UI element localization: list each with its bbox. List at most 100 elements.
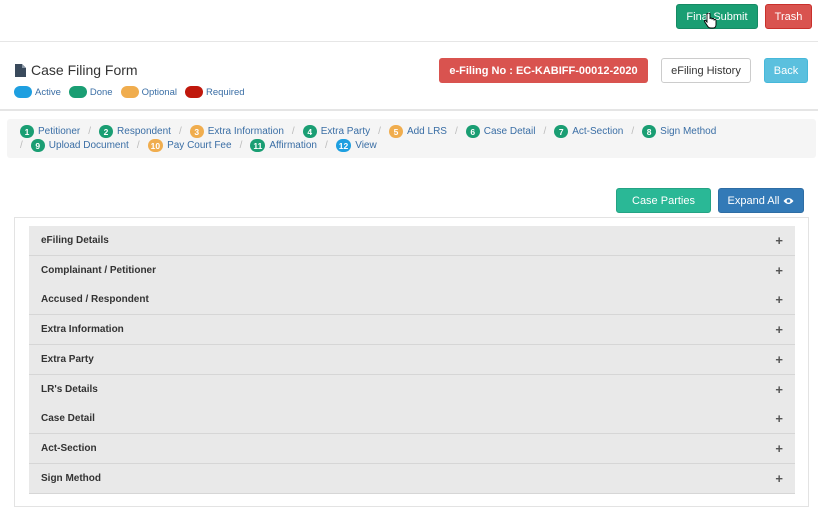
step-number-badge: 7 [554, 125, 569, 138]
legend-item-required: Required [184, 86, 245, 98]
page-title: Case Filing Form [15, 62, 138, 78]
plus-icon[interactable]: + [775, 411, 783, 426]
step-separator: / [291, 126, 295, 137]
step-number-badge: 4 [302, 125, 317, 138]
trash-button[interactable]: Trash [765, 4, 812, 29]
accordion-label: eFiling Details [41, 235, 109, 246]
plus-icon[interactable]: + [775, 322, 783, 337]
case-parties-button[interactable]: Case Parties [616, 188, 711, 213]
step-label: Act-Section [572, 126, 624, 137]
legend-label: Active [35, 86, 61, 98]
step-label: Extra Information [207, 126, 284, 137]
accordion-item-extra-information[interactable]: Extra Information + [29, 315, 795, 346]
plus-icon[interactable]: + [775, 233, 783, 248]
accordion-item-act-section[interactable]: Act-Section + [29, 433, 795, 464]
step-label: Upload Document [48, 140, 129, 151]
step-row: / 9 Upload Document / 10 Pay Court Fee / 11 Affi… [20, 139, 377, 152]
step-number-badge: 3 [189, 125, 204, 138]
step-number-badge: 11 [250, 139, 266, 152]
eye-icon [783, 197, 794, 204]
step-label: Respondent [117, 126, 171, 137]
step-label: Case Detail [483, 126, 536, 137]
step-add-lrs[interactable]: 5 Add LRS [388, 125, 447, 138]
step-label: Extra Party [320, 126, 371, 137]
accordion-item-complainant-petitioner[interactable]: Complainant / Petitioner + [29, 255, 795, 286]
plus-icon[interactable]: + [775, 441, 783, 456]
accordion-label: Sign Method [41, 472, 101, 484]
step-respondent[interactable]: 2 Respondent [99, 125, 171, 138]
page-title-text: Case Filing Form [31, 62, 138, 78]
step-separator: / [136, 140, 140, 151]
accordion-item-efiling-details[interactable]: eFiling Details + [29, 226, 795, 256]
plus-icon[interactable]: + [775, 263, 783, 278]
accordion-label: LR's Details [41, 383, 98, 395]
legend-label: Required [205, 86, 245, 98]
accordion-item-extra-party[interactable]: Extra Party + [29, 344, 795, 375]
step-act-section[interactable]: 7 Act-Section [554, 125, 623, 138]
accordion-label: Act-Section [41, 442, 97, 454]
step-label: Petitioner [38, 126, 81, 137]
efiling-number-badge: e-Filing No : EC-KABIFF-00012-2020 [439, 58, 648, 83]
step-extra-information[interactable]: 3 Extra Information [189, 125, 284, 138]
step-number-badge: 5 [388, 125, 403, 138]
step-label: Affirmation [269, 140, 317, 151]
hand-cursor-icon [703, 13, 717, 29]
step-upload-document[interactable]: 9 Upload Document [30, 139, 129, 152]
step-number-badge: 8 [642, 125, 657, 138]
plus-icon[interactable]: + [775, 352, 783, 367]
accordion-label: Extra Party [41, 353, 94, 365]
back-button[interactable]: Back [764, 58, 808, 83]
accordion-label: Complainant / Petitioner [41, 264, 157, 276]
legend-item-active: Active [14, 86, 61, 98]
accordion-label: Accused / Respondent [41, 294, 149, 306]
step-sign-method[interactable]: 8 Sign Method [642, 125, 716, 138]
step-separator: / [20, 140, 23, 151]
step-label: Add LRS [406, 126, 447, 137]
top-bar: Final Submit Trash [0, 0, 818, 42]
step-number-badge: 10 [147, 139, 164, 152]
plus-icon[interactable]: + [775, 292, 783, 307]
step-label: View [355, 140, 377, 151]
accordion-label: Case Detail [41, 413, 95, 425]
accordion-panel: eFiling Details + Complainant / Petitioner… [14, 217, 809, 507]
expand-all-button[interactable]: Expand All [718, 188, 804, 213]
step-separator: / [454, 126, 458, 137]
accordion-label: Extra Information [41, 324, 124, 336]
step-case-detail[interactable]: 6 Case Detail [465, 125, 536, 138]
step-breadcrumb: 1 Petitioner / 2 Respondent / 3 Extra Informati… [7, 119, 816, 158]
legend-dot [68, 86, 87, 98]
legend-label: Done [89, 86, 113, 98]
legend-dot [120, 86, 139, 98]
step-extra-party[interactable]: 4 Extra Party [302, 125, 371, 138]
accordion-item-accused-respondent[interactable]: Accused / Respondent + [29, 285, 795, 316]
step-separator: / [378, 126, 381, 137]
step-separator: / [631, 126, 635, 137]
step-view[interactable]: 12 View [335, 139, 377, 152]
legend-item-optional: Optional [120, 86, 177, 98]
step-petitioner[interactable]: 1 Petitioner [20, 125, 80, 138]
step-number-badge: 2 [99, 125, 114, 138]
step-number-badge: 9 [30, 139, 45, 152]
document-icon [15, 63, 26, 77]
accordion-item-sign-method[interactable]: Sign Method + [29, 463, 795, 494]
step-separator: / [543, 126, 547, 137]
step-separator: / [178, 126, 182, 137]
legend-label: Optional [141, 86, 177, 98]
final-submit-button[interactable]: Final Submit [676, 4, 758, 29]
step-number-badge: 1 [20, 125, 34, 138]
legend-dot [184, 86, 203, 98]
step-separator: / [88, 126, 92, 137]
plus-icon[interactable]: + [775, 382, 783, 397]
efiling-history-button[interactable]: eFiling History [661, 58, 751, 83]
legend-dot [14, 86, 32, 98]
accordion-item-lr-s-details[interactable]: LR's Details + [29, 374, 795, 405]
step-pay-court-fee[interactable]: 10 Pay Court Fee [147, 139, 232, 152]
step-label: Sign Method [660, 126, 717, 137]
step-number-badge: 12 [335, 139, 352, 152]
accordion-item-case-detail[interactable]: Case Detail + [29, 404, 795, 435]
plus-icon[interactable]: + [775, 471, 783, 486]
step-separator: / [239, 140, 243, 151]
step-row: 1 Petitioner / 2 Respondent / 3 Extra Informati… [20, 125, 716, 138]
expand-all-label: Expand All [727, 194, 780, 207]
step-affirmation[interactable]: 11 Affirmation [250, 139, 317, 152]
